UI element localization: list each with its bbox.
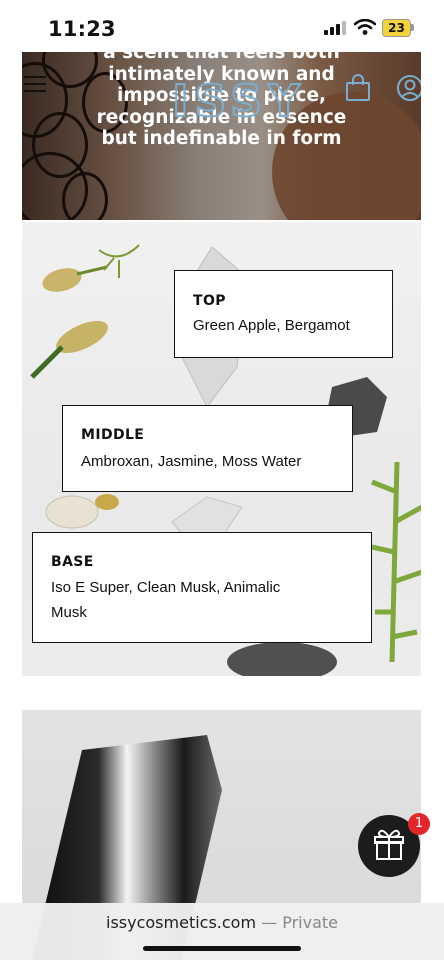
note-text-middle: Ambroxan, Jasmine, Moss Water: [81, 453, 302, 470]
flower-image: [30, 320, 108, 379]
clock: 11:23: [48, 17, 116, 41]
account-icon[interactable]: [396, 74, 421, 102]
moss-image: [371, 462, 421, 662]
url-text[interactable]: issycosmetics.com — Private: [0, 913, 444, 932]
top-notes-card: TOP Green Apple, Bergamot: [174, 270, 393, 358]
url-host: issycosmetics.com: [106, 913, 257, 932]
hero-line: but indefinable in form: [101, 128, 342, 149]
note-title-top: TOP: [193, 293, 226, 309]
status-bar: 11:23 23: [0, 0, 444, 52]
note-title-base: BASE: [51, 554, 94, 570]
menu-icon[interactable]: [24, 76, 46, 96]
battery-icon: 23: [382, 19, 414, 37]
fragrance-notes-section: TOP Green Apple, Bergamot MIDDLE Ambroxa…: [22, 222, 421, 676]
cellular-signal-icon: [324, 21, 346, 35]
wifi-icon: [354, 19, 376, 35]
url-separator: —: [256, 913, 283, 932]
hero-line: a scent that feels both: [103, 52, 340, 63]
private-mode-label: Private: [282, 913, 338, 932]
shopping-bag-icon[interactable]: [344, 74, 372, 102]
brand-logo[interactable]: ISSY: [134, 74, 344, 128]
base-notes-card: BASE Iso E Super, Clean Musk, Animalic M…: [32, 532, 372, 643]
logo-text: ISSY: [172, 76, 306, 127]
hero-image: a scent that feels both intimately known…: [22, 52, 421, 220]
flower-image: [98, 244, 140, 278]
middle-notes-card: MIDDLE Ambroxan, Jasmine, Moss Water: [62, 405, 353, 492]
note-text-top: Green Apple, Bergamot: [193, 317, 350, 334]
note-text-base-line1: Iso E Super, Clean Musk, Animalic: [51, 579, 281, 596]
browser-address-bar[interactable]: issycosmetics.com — Private: [0, 903, 444, 960]
note-title-middle: MIDDLE: [81, 427, 145, 443]
notification-badge: 1: [408, 813, 430, 835]
home-indicator[interactable]: [143, 946, 301, 951]
battery-level: 23: [388, 21, 405, 35]
note-text-base-line2: Musk: [51, 604, 87, 621]
